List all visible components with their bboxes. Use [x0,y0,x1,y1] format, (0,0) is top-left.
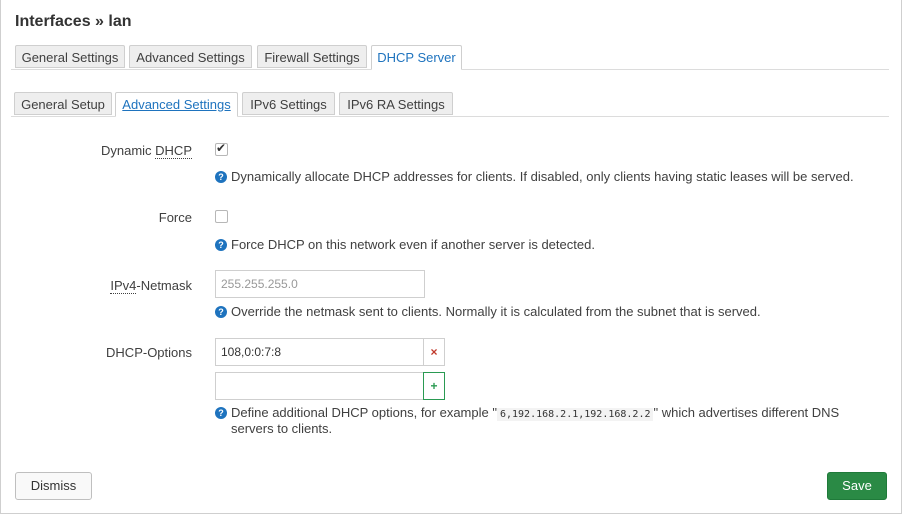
sub-tab-bar: General Setup Advanced Settings IPv6 Set… [11,92,889,117]
subtab-general-setup[interactable]: General Setup [14,92,112,115]
force-checkbox[interactable] [215,210,228,223]
tab-advanced-settings[interactable]: Advanced Settings [129,45,252,68]
dismiss-button[interactable]: Dismiss [15,472,92,500]
help-text: " which advertises different DNS [653,405,840,420]
question-icon: ? [215,171,227,183]
tab-label: DHCP Server [377,50,456,65]
remove-option-button[interactable]: × [423,338,445,366]
main-tab-bar: General Settings Advanced Settings Firew… [11,45,889,70]
dynamic-dhcp-help: ? Dynamically allocate DHCP addresses for… [215,169,854,184]
checkmark-icon: ✔ [216,141,227,155]
tab-label: General Setup [21,97,105,112]
tab-general-settings[interactable]: General Settings [15,45,125,68]
question-icon: ? [215,407,227,419]
netmask-label: IPv4-Netmask [110,278,192,294]
save-button[interactable]: Save [827,472,887,500]
netmask-input[interactable] [215,270,425,298]
subtab-ipv6-ra-settings[interactable]: IPv6 RA Settings [339,92,453,115]
modal-dialog: Interfaces » lan General Settings Advanc… [0,0,902,514]
tab-firewall-settings[interactable]: Firewall Settings [257,45,367,68]
tab-label: IPv6 Settings [250,97,327,112]
help-text: Override the netmask sent to clients. No… [231,304,761,319]
question-icon: ? [215,306,227,318]
tab-label: Advanced Settings [136,50,245,65]
netmask-help: ? Override the netmask sent to clients. N… [215,304,761,319]
tab-label: General Settings [21,50,119,65]
dynamic-dhcp-checkbox[interactable]: ✔ [215,141,228,156]
label-abbr: DHCP [155,143,192,159]
tab-label: Advanced Settings [122,97,231,112]
dhcp-options-help-line2: servers to clients. [231,421,333,436]
tab-label: IPv6 RA Settings [347,97,445,112]
label-text: Dynamic [100,143,156,158]
dhcp-options-help: ? Define additional DHCP options, for exa… [215,405,840,421]
question-icon: ? [215,239,227,251]
help-code-example: 6,192.168.2.1,192.168.2.2 [496,408,654,421]
dhcp-option-value[interactable] [215,338,424,366]
dhcp-option-new-input[interactable] [215,372,424,400]
add-option-button[interactable]: + [423,372,445,400]
tab-label: Firewall Settings [264,50,360,65]
tab-dhcp-server[interactable]: DHCP Server [371,45,462,70]
label-abbr: IPv4 [110,278,137,294]
label-text: -Netmask [136,278,192,293]
dhcp-options-label: DHCP-Options [106,345,192,360]
force-label: Force [158,210,192,225]
help-text: Dynamically allocate DHCP addresses for … [231,169,854,184]
dynamic-dhcp-label: Dynamic DHCP [100,143,192,159]
help-text: Define additional DHCP options, for exam… [231,405,497,420]
force-help: ? Force DHCP on this network even if anot… [215,237,595,252]
page-title: Interfaces » lan [15,13,132,30]
help-text: Force DHCP on this network even if anoth… [231,237,595,252]
subtab-advanced-settings[interactable]: Advanced Settings [115,92,238,117]
subtab-ipv6-settings[interactable]: IPv6 Settings [242,92,335,115]
